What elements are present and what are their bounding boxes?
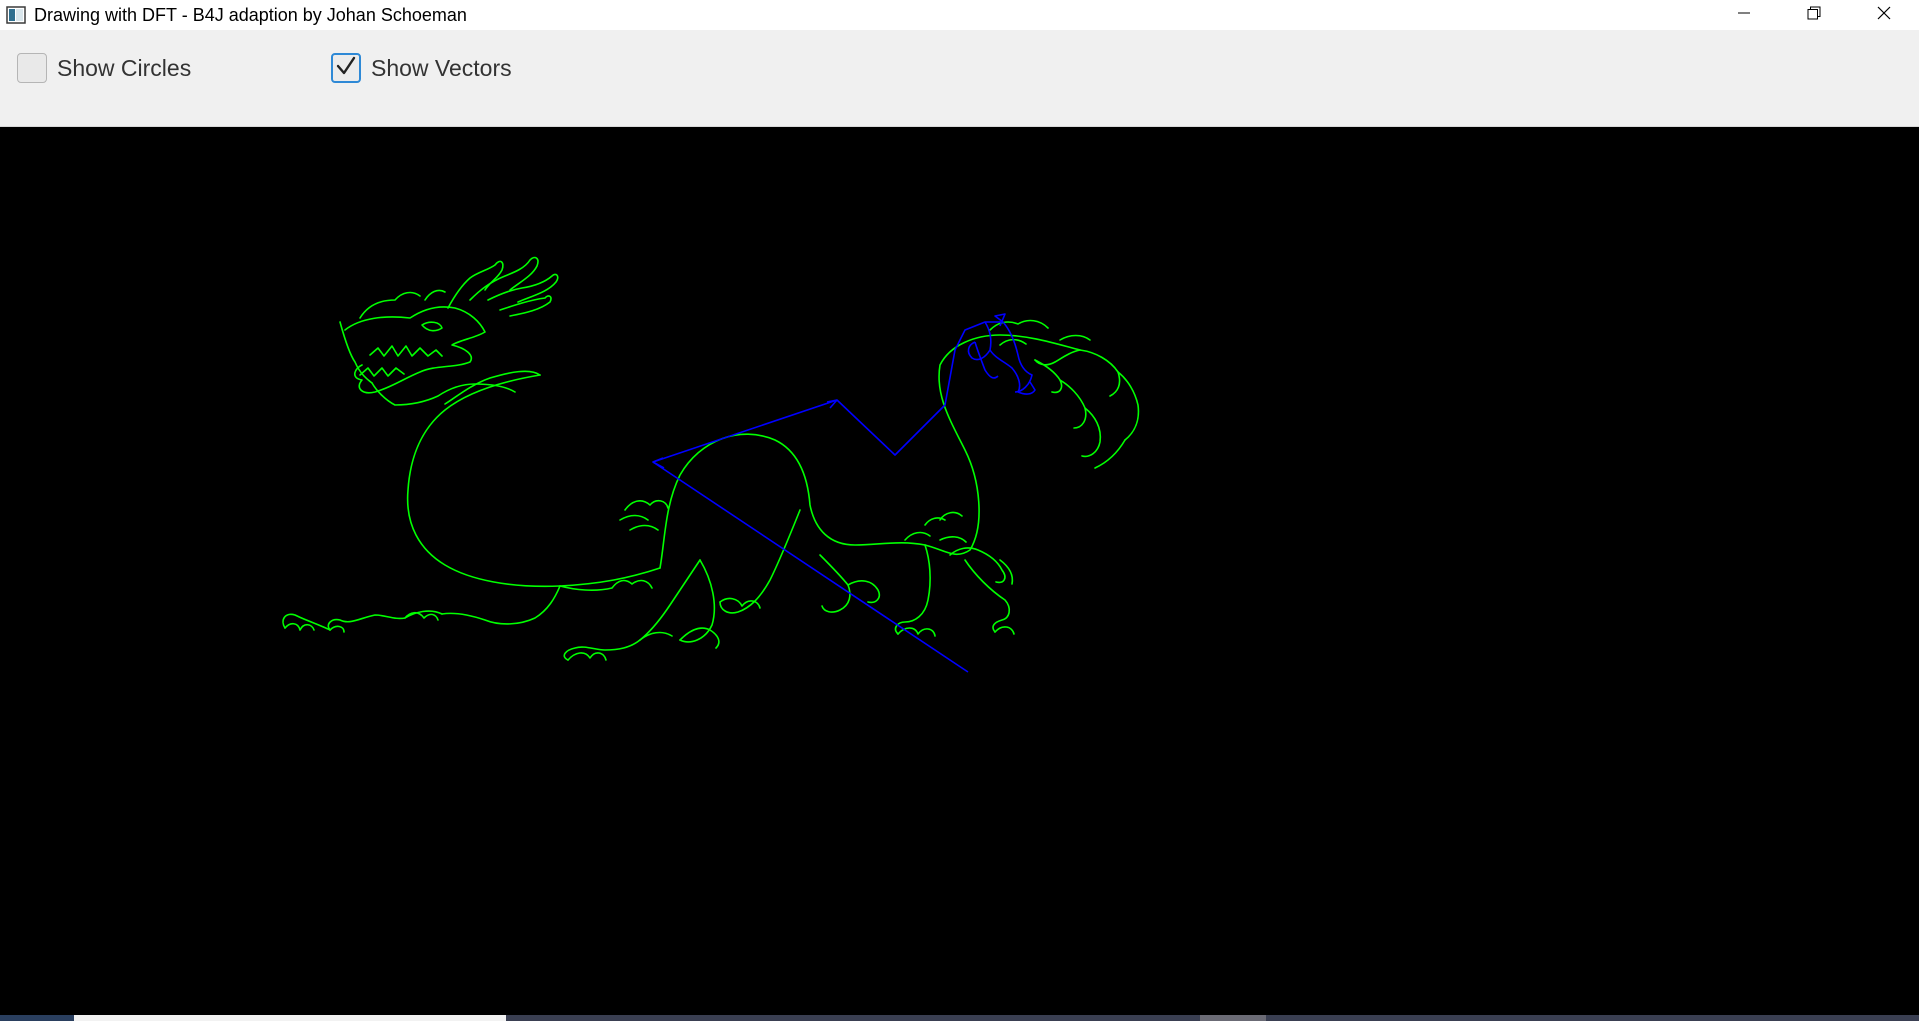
restore-button[interactable] [1779,0,1849,30]
taskbar-segment [1266,1015,1919,1021]
checkmark-icon [335,55,357,82]
app-window: Drawing with DFT - B4J adaption by Johan… [0,0,1919,1021]
dft-drawing-svg [282,256,1140,673]
minimize-button[interactable] [1709,0,1779,30]
window-title: Drawing with DFT - B4J adaption by Johan… [34,4,467,25]
restore-icon [1806,5,1822,26]
show-vectors-box[interactable] [331,53,361,83]
close-icon [1876,5,1892,26]
options-toolbar: Show Circles Show Vectors [0,30,1919,127]
show-circles-box[interactable] [17,53,47,83]
taskbar-segment [506,1015,1200,1021]
taskbar-segment [0,1015,74,1021]
taskbar-strip [0,1015,1919,1021]
taskbar-active-segment [74,1015,506,1021]
app-icon [6,5,26,25]
show-vectors-label: Show Vectors [371,54,512,81]
show-vectors-checkbox[interactable]: Show Vectors [331,53,512,83]
taskbar-segment [1200,1015,1266,1021]
window-controls [1709,0,1919,30]
title-bar: Drawing with DFT - B4J adaption by Johan… [0,0,1919,30]
close-button[interactable] [1849,0,1919,30]
show-circles-label: Show Circles [57,54,192,81]
show-circles-checkbox[interactable]: Show Circles [17,53,191,83]
dragon-drawing [282,256,1140,661]
drawing-canvas[interactable] [0,127,1919,1016]
minimize-icon [1736,5,1752,26]
